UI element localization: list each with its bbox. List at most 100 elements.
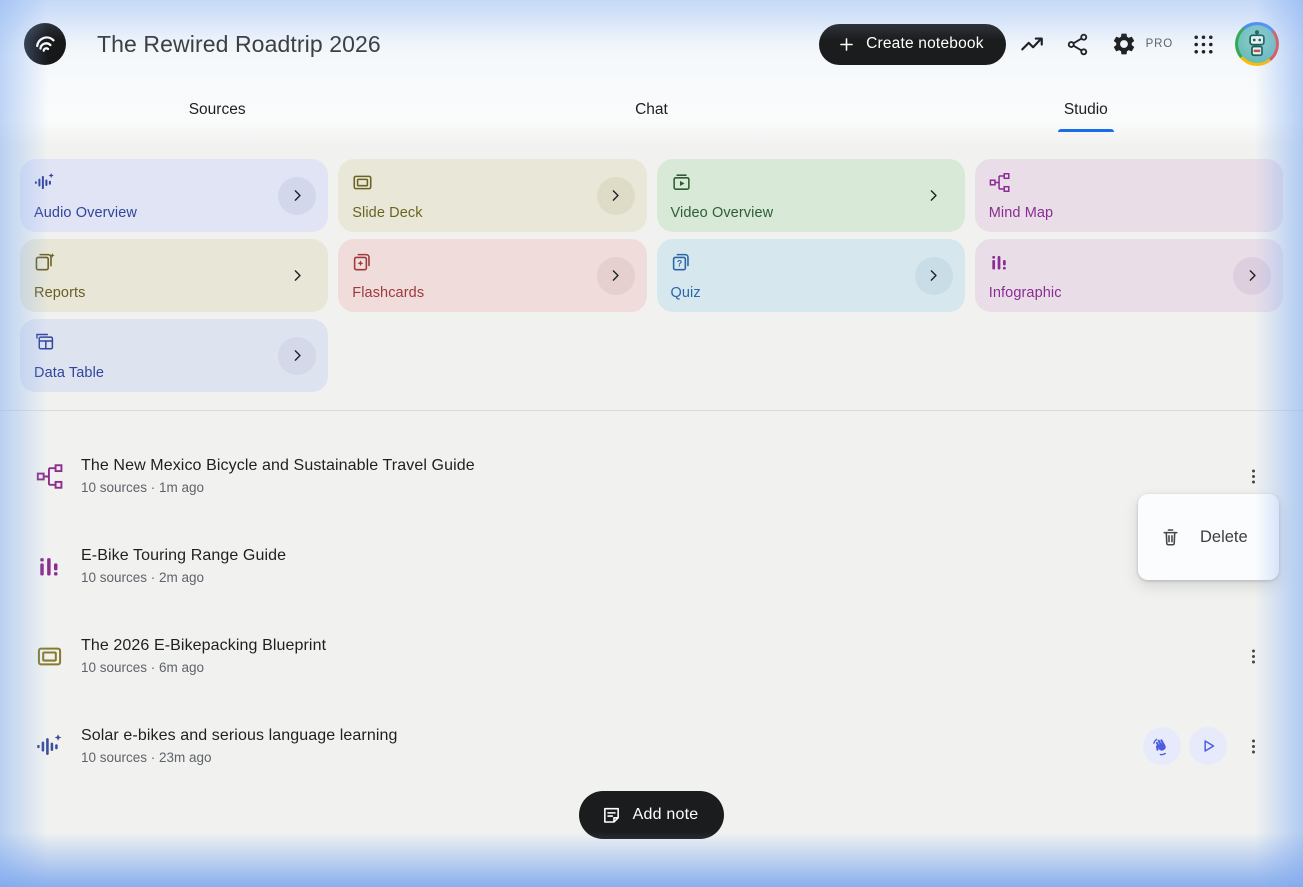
- chevron-right-icon: [1244, 267, 1261, 284]
- user-avatar[interactable]: [1235, 22, 1279, 66]
- tool-label: Video Overview: [671, 205, 951, 221]
- tab-label: Studio: [1064, 101, 1108, 119]
- tool-label: Quiz: [671, 285, 951, 301]
- slide-deck-icon: [36, 643, 63, 670]
- open-flashcards-button[interactable]: [597, 257, 635, 295]
- item-meta: 10 sources · 6m ago: [81, 660, 326, 675]
- create-notebook-label: Create notebook: [866, 35, 984, 53]
- kebab-menu-icon: [1244, 467, 1263, 486]
- item-text: The New Mexico Bicycle and Sustainable T…: [81, 457, 475, 495]
- studio-tools-grid: Audio Overview Slide Deck Video Overview…: [20, 159, 1283, 392]
- add-note-label: Add note: [633, 806, 699, 824]
- play-icon: [1198, 736, 1218, 756]
- tool-label: Data Table: [34, 365, 314, 381]
- play-audio-button[interactable]: [1189, 727, 1227, 765]
- studio-item-audio-overview[interactable]: Solar e-bikes and serious language learn…: [0, 701, 1303, 791]
- studio-tool-slide-deck[interactable]: Slide Deck: [338, 159, 646, 232]
- chevron-right-icon: [289, 267, 306, 284]
- tab-studio[interactable]: Studio: [869, 88, 1303, 132]
- context-menu: Delete: [1138, 494, 1279, 580]
- data-table-icon: [34, 332, 55, 353]
- item-meta: 10 sources · 1m ago: [81, 480, 475, 495]
- create-notebook-button[interactable]: Create notebook: [819, 24, 1006, 65]
- audio-waveform-sparkle-icon: [34, 172, 55, 193]
- item-text: Solar e-bikes and serious language learn…: [81, 727, 398, 765]
- studio-tool-reports[interactable]: Reports: [20, 239, 328, 312]
- studio-items-list: The New Mexico Bicycle and Sustainable T…: [0, 431, 1303, 791]
- item-more-button[interactable]: [1239, 732, 1267, 760]
- studio-tool-audio-overview[interactable]: Audio Overview: [20, 159, 328, 232]
- studio-tool-video-overview[interactable]: Video Overview: [657, 159, 965, 232]
- section-divider: [0, 410, 1303, 411]
- add-note-container: Add note: [0, 791, 1303, 839]
- plus-icon: [837, 35, 856, 54]
- header-actions: Create notebook PRO: [819, 22, 1279, 66]
- open-quiz-button[interactable]: [915, 257, 953, 295]
- audio-waveform-sparkle-icon: [36, 733, 63, 760]
- open-audio-overview-button[interactable]: [278, 177, 316, 215]
- note-icon: [601, 805, 622, 826]
- report-sparkle-icon: [34, 252, 55, 273]
- item-title: The New Mexico Bicycle and Sustainable T…: [81, 457, 475, 475]
- active-tab-underline: [1058, 129, 1114, 132]
- studio-tool-quiz[interactable]: Quiz: [657, 239, 965, 312]
- mind-map-icon: [989, 172, 1010, 193]
- chevron-right-icon: [925, 187, 942, 204]
- tab-label: Sources: [189, 101, 246, 119]
- studio-panel: Audio Overview Slide Deck Video Overview…: [0, 159, 1303, 839]
- studio-item-mind-map[interactable]: The New Mexico Bicycle and Sustainable T…: [0, 431, 1303, 521]
- chevron-right-icon: [289, 187, 306, 204]
- share-icon[interactable]: [1058, 24, 1098, 64]
- item-actions: [1143, 727, 1267, 765]
- tool-label: Slide Deck: [352, 205, 632, 221]
- open-video-overview-button[interactable]: [915, 177, 953, 215]
- chevron-right-icon: [925, 267, 942, 284]
- item-more-button[interactable]: [1239, 462, 1267, 490]
- item-meta: 10 sources · 2m ago: [81, 570, 286, 585]
- tool-label: Flashcards: [352, 285, 632, 301]
- chevron-right-icon: [607, 267, 624, 284]
- apps-grid-icon[interactable]: [1183, 24, 1223, 64]
- infographic-icon: [989, 252, 1010, 273]
- studio-item-infographic[interactable]: E-Bike Touring Range Guide 10 sources · …: [0, 521, 1303, 611]
- tool-label: Reports: [34, 285, 314, 301]
- studio-item-slide-deck[interactable]: The 2026 E-Bikepacking Blueprint 10 sour…: [0, 611, 1303, 701]
- settings-gear-icon[interactable]: [1104, 24, 1144, 64]
- tab-label: Chat: [635, 101, 668, 119]
- app-header: The Rewired Roadtrip 2026 Create noteboo…: [0, 0, 1303, 88]
- tab-chat[interactable]: Chat: [434, 88, 868, 132]
- item-more-button[interactable]: [1239, 642, 1267, 670]
- open-data-table-button[interactable]: [278, 337, 316, 375]
- item-meta: 10 sources · 23m ago: [81, 750, 398, 765]
- pro-badge: PRO: [1146, 38, 1173, 50]
- slide-deck-icon: [352, 172, 373, 193]
- kebab-menu-icon: [1244, 737, 1263, 756]
- tool-label: Audio Overview: [34, 205, 314, 221]
- open-reports-button[interactable]: [278, 257, 316, 295]
- studio-tool-data-table[interactable]: Data Table: [20, 319, 328, 392]
- notebooklm-logo-icon[interactable]: [24, 23, 66, 65]
- item-title: Solar e-bikes and serious language learn…: [81, 727, 398, 745]
- item-actions: [1239, 642, 1267, 670]
- item-title: E-Bike Touring Range Guide: [81, 547, 286, 565]
- item-text: E-Bike Touring Range Guide 10 sources · …: [81, 547, 286, 585]
- delete-menu-item[interactable]: Delete: [1138, 513, 1279, 561]
- item-text: The 2026 E-Bikepacking Blueprint 10 sour…: [81, 637, 326, 675]
- chevron-right-icon: [607, 187, 624, 204]
- studio-tool-infographic[interactable]: Infographic: [975, 239, 1283, 312]
- notebook-title[interactable]: The Rewired Roadtrip 2026: [97, 31, 381, 58]
- flashcards-icon: [352, 252, 373, 273]
- mind-map-icon: [36, 463, 63, 490]
- open-infographic-button[interactable]: [1233, 257, 1271, 295]
- trash-icon: [1160, 527, 1181, 548]
- studio-tool-mind-map[interactable]: Mind Map: [975, 159, 1283, 232]
- add-note-button[interactable]: Add note: [579, 791, 725, 839]
- notebooklm-app: The Rewired Roadtrip 2026 Create noteboo…: [0, 0, 1303, 839]
- interactive-mode-button[interactable]: [1143, 727, 1181, 765]
- tool-label: Mind Map: [989, 205, 1269, 221]
- analytics-icon[interactable]: [1012, 24, 1052, 64]
- tab-sources[interactable]: Sources: [0, 88, 434, 132]
- open-slide-deck-button[interactable]: [597, 177, 635, 215]
- studio-tool-flashcards[interactable]: Flashcards: [338, 239, 646, 312]
- panel-tabs: Sources Chat Studio: [0, 88, 1303, 132]
